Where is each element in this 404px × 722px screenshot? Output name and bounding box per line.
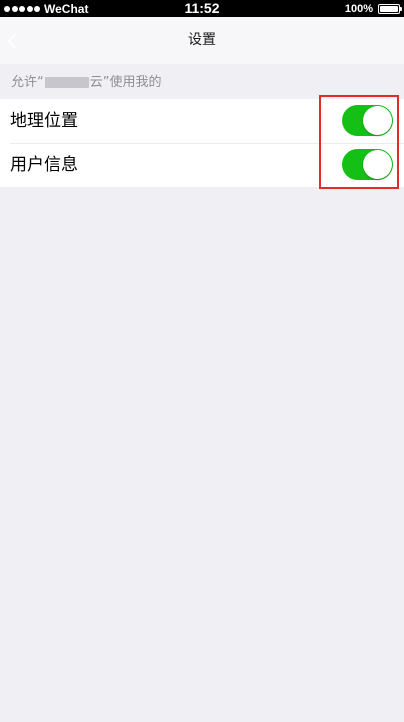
settings-row-location: 地理位置	[0, 99, 404, 143]
user-info-toggle[interactable]	[342, 149, 393, 180]
page-title: 设置	[188, 32, 216, 48]
navigation-bar: 设置	[0, 17, 404, 64]
location-toggle[interactable]	[342, 105, 393, 136]
battery-percent: 100%	[344, 2, 373, 15]
permissions-list: 地理位置 用户信息	[0, 99, 404, 187]
user-info-label: 用户信息	[10, 155, 78, 175]
redacted-app-name	[44, 77, 89, 88]
section-header-prefix: 允许“	[11, 75, 44, 90]
status-right: 100%	[344, 0, 402, 17]
section-header-suffix: 云”使用我的	[89, 75, 162, 90]
settings-row-user-info: 用户信息	[0, 143, 404, 187]
status-bar: WeChat 11:52 100%	[0, 0, 404, 17]
battery-icon	[378, 3, 402, 14]
section-header: 允许“ 云”使用我的	[11, 74, 162, 92]
location-label: 地理位置	[10, 111, 78, 131]
toggle-knob	[363, 150, 392, 179]
status-time: 11:52	[184, 0, 220, 16]
toggle-knob	[363, 106, 392, 135]
